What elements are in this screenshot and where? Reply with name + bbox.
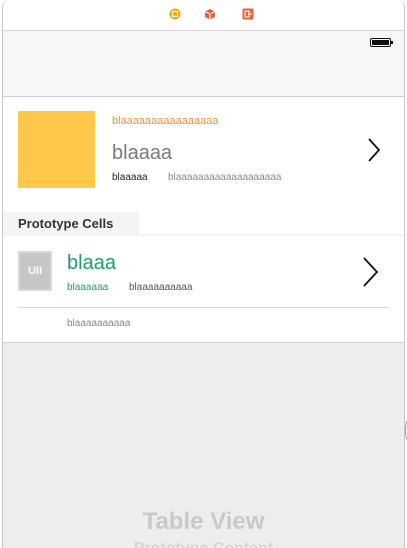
table-cell-prototype[interactable]: UII blaaa blaaaaaa blaaaaaaaaaa: [3, 235, 404, 307]
disclosure-chevron-icon[interactable]: [367, 137, 381, 163]
cell-detail-label: blaaaaaaaaaa: [129, 282, 193, 293]
cell-thumbnail-image: [18, 111, 95, 188]
cell-subtitle-label: blaaaaa: [112, 172, 148, 183]
scene-dock: [3, 0, 404, 31]
cell-title-label: blaaaa: [112, 142, 173, 164]
battery-icon: [370, 38, 393, 47]
table-view-placeholder-title: Table View: [142, 508, 265, 535]
first-responder-icon[interactable]: [204, 8, 216, 20]
navigation-bar: [3, 31, 404, 97]
disclosure-chevron-icon[interactable]: [362, 256, 380, 288]
table-view[interactable]: blaaaaaaaaaaaaaaaa blaaaa blaaaaa blaaaa…: [3, 97, 404, 343]
image-placeholder-icon: UII: [18, 251, 52, 291]
cell-title-label: blaaa: [67, 252, 116, 274]
header-strip: [139, 212, 404, 234]
cell-separator: [18, 307, 389, 308]
cell-detail-label: blaaaaaaaaaaaaaaaaaaa: [168, 172, 282, 183]
storyboard-scene: blaaaaaaaaaaaaaaaa blaaaa blaaaaa blaaaa…: [2, 0, 405, 548]
cell-footer-label: blaaaaaaaaaa: [67, 318, 131, 329]
cell-top-label: blaaaaaaaaaaaaaaaa: [112, 115, 219, 127]
section-header: Prototype Cells: [3, 212, 404, 236]
cell-subtitle-label: blaaaaaa: [67, 282, 109, 293]
section-title: Prototype Cells: [18, 216, 114, 231]
view-controller-icon[interactable]: [169, 8, 181, 20]
exit-icon[interactable]: [242, 8, 254, 20]
table-view-placeholder-subtitle: Prototype Content: [3, 540, 404, 548]
table-cell-image[interactable]: blaaaaaaaaaaaaaaaa blaaaa blaaaaa blaaaa…: [3, 97, 404, 205]
